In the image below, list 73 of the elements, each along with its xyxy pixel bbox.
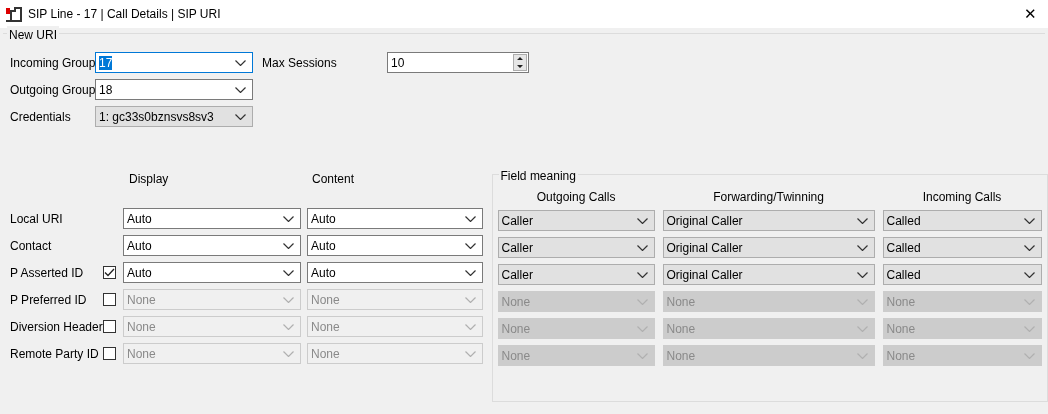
chevron-down-icon	[1023, 298, 1035, 305]
dropdown[interactable]: Original Caller	[662, 237, 875, 258]
chevron-down-icon	[636, 217, 648, 224]
chevron-down-icon	[465, 215, 476, 222]
column-header: Incoming Calls	[921, 189, 1003, 206]
number-field[interactable]: 10	[387, 52, 529, 73]
dropdown[interactable]: Called	[882, 237, 1042, 258]
chevron-down-icon	[283, 323, 294, 330]
row-label: Local URI	[10, 210, 64, 228]
app-icon	[6, 6, 22, 22]
chevron-down-icon	[283, 242, 294, 249]
chevron-down-icon	[235, 113, 246, 120]
chevron-down-icon	[856, 352, 868, 359]
chevron-down-icon	[1023, 217, 1035, 224]
dropdown[interactable]: Auto	[307, 235, 483, 256]
chevron-down-icon	[235, 86, 246, 93]
chevron-down-icon	[1023, 244, 1035, 251]
dropdown[interactable]: 17	[95, 52, 253, 73]
column-header: Display	[128, 171, 170, 188]
chevron-down-icon	[856, 298, 868, 305]
close-button[interactable]: ✕	[1018, 2, 1042, 26]
dropdown[interactable]: Auto	[123, 235, 301, 256]
column-header: Content	[311, 171, 355, 188]
row-label: Remote Party ID	[10, 345, 100, 363]
dropdown[interactable]: Auto	[123, 262, 301, 283]
dropdown[interactable]: Caller	[497, 237, 655, 258]
dropdown[interactable]: Original Caller	[662, 210, 875, 231]
dropdown[interactable]: Auto	[307, 262, 483, 283]
chevron-down-icon	[465, 350, 476, 357]
row-label: Diversion Header	[10, 318, 103, 336]
dropdown[interactable]: Auto	[123, 208, 301, 229]
dropdown[interactable]: Original Caller	[662, 264, 875, 285]
dropdown[interactable]: Caller	[497, 264, 655, 285]
field-label: Credentials	[10, 108, 72, 126]
chevron-down-icon	[856, 244, 868, 251]
column-header: Forwarding/Twinning	[712, 189, 825, 206]
chevron-down-icon	[283, 269, 294, 276]
chevron-down-icon	[636, 352, 648, 359]
dropdown[interactable]: 1: gc33s0bznsvs8sv3	[95, 106, 253, 127]
check-icon	[104, 268, 115, 277]
row-label: Contact	[10, 237, 53, 255]
row-label: P Asserted ID	[10, 264, 85, 282]
chevron-down-icon	[636, 271, 648, 278]
dropdown[interactable]: Caller	[497, 210, 655, 231]
dropdown[interactable]: Called	[882, 210, 1042, 231]
chevron-down-icon	[636, 244, 648, 251]
chevron-down-icon	[465, 269, 476, 276]
column-header: Outgoing Calls	[535, 189, 617, 206]
dropdown[interactable]: 18	[95, 79, 253, 100]
chevron-down-icon	[465, 242, 476, 249]
chevron-down-icon	[856, 325, 868, 332]
chevron-down-icon	[1023, 325, 1035, 332]
chevron-down-icon	[856, 217, 868, 224]
dropdown[interactable]: Called	[882, 264, 1042, 285]
row-label: P Preferred ID	[10, 291, 88, 309]
chevron-down-icon	[235, 59, 246, 66]
chevron-down-icon	[283, 215, 294, 222]
chevron-down-icon	[1023, 271, 1035, 278]
field-label: Outgoing Group	[10, 81, 95, 99]
field-label: Max Sessions	[262, 54, 338, 72]
chevron-down-icon	[1023, 352, 1035, 359]
chevron-down-icon	[283, 296, 294, 303]
chevron-down-icon	[283, 350, 294, 357]
spinner-arrows-icon[interactable]	[513, 54, 527, 71]
window-title: SIP Line - 17 | Call Details | SIP URI	[28, 6, 222, 23]
checkbox[interactable]	[103, 266, 116, 279]
chevron-down-icon	[856, 271, 868, 278]
field-label: Incoming Group	[10, 54, 95, 72]
dropdown[interactable]: Auto	[307, 208, 483, 229]
chevron-down-icon	[465, 296, 476, 303]
chevron-down-icon	[636, 298, 648, 305]
chevron-down-icon	[465, 323, 476, 330]
chevron-down-icon	[636, 325, 648, 332]
